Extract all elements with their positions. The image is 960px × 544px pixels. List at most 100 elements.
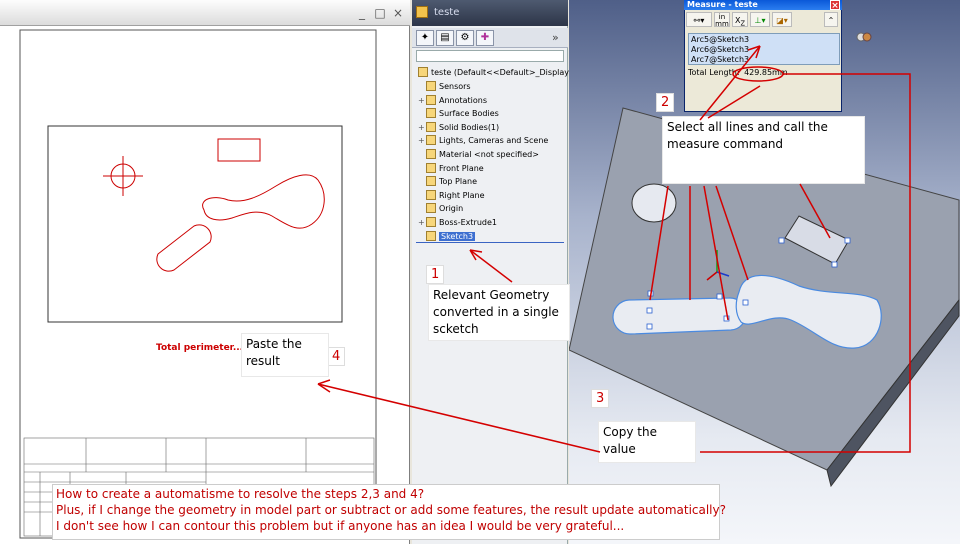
measure-titlebar: Measure - teste × — [684, 0, 842, 11]
expand-toggle-icon[interactable]: + — [418, 216, 426, 229]
step-note-1: Relevant Geometry converted in a single … — [428, 284, 570, 341]
render-icon — [862, 32, 872, 42]
step-number-1: 1 — [426, 265, 445, 284]
drawing-sheet[interactable] — [6, 28, 404, 542]
drawing-window-titlebar: _ □ × — [0, 0, 410, 26]
tree-item-label: Right Plane — [439, 190, 485, 200]
tree-titlebar: teste — [412, 0, 568, 26]
part-icon — [416, 6, 428, 18]
step-note-2: Select all lines and call the measure co… — [662, 116, 865, 184]
annotations-icon — [426, 94, 436, 105]
coordinate-system-icon[interactable]: ⊥▾ — [750, 12, 770, 27]
tree-item[interactable]: Sketch3 — [418, 230, 476, 243]
sensors-icon — [426, 81, 436, 91]
result-value: 429.85mm — [744, 68, 788, 77]
expand-toggle-icon[interactable]: + — [418, 121, 426, 134]
step-number-4: 4 — [327, 347, 346, 366]
config-manager-tab-icon[interactable]: ⚙ — [456, 30, 474, 46]
tree-divider — [416, 242, 564, 243]
note-line: Select all lines and call the — [667, 120, 828, 134]
measure-selection-list[interactable]: Arc5@Sketch3 Arc6@Sketch3 Arc7@Sketch3 — [688, 33, 840, 65]
tree-item-label: Front Plane — [439, 163, 484, 173]
origin-icon — [426, 203, 436, 214]
measure-title: Measure - teste — [687, 0, 758, 9]
step-number-3: 3 — [591, 389, 610, 408]
tree-item[interactable]: Origin — [418, 202, 463, 215]
sketch-bone-shape — [202, 174, 325, 229]
measure-result: Total Length: 429.85mm — [688, 68, 788, 77]
sketch-circle — [103, 156, 143, 196]
note-line: scketch — [433, 322, 479, 336]
units-button[interactable]: in mm — [714, 12, 730, 28]
tree-item[interactable]: Material <not specified> — [418, 148, 539, 161]
tree-item[interactable]: + Lights, Cameras and Scene — [418, 134, 548, 147]
tree-item-label: Solid Bodies(1) — [439, 122, 500, 132]
tree-item-label: Sketch3 — [439, 231, 476, 241]
question-note: How to create a automatisme to resolve t… — [52, 484, 726, 540]
result-label: Total Length: — [688, 68, 740, 77]
measure-close-button[interactable]: × — [830, 0, 840, 11]
total-perimeter-label: Total perimeter..... — [156, 343, 250, 353]
note-line: Paste the — [246, 337, 302, 351]
tree-item[interactable]: Front Plane — [418, 162, 484, 175]
question-line: I don't see how I can contour this probl… — [56, 519, 625, 533]
expand-toggle-icon[interactable]: + — [418, 134, 426, 147]
round-hole — [631, 183, 677, 223]
surface-bodies-icon — [426, 108, 436, 119]
tree-filter-input[interactable] — [416, 50, 564, 62]
sketch-slot — [156, 224, 212, 272]
tree-item[interactable]: Right Plane — [418, 189, 485, 202]
tree-item-label: Top Plane — [439, 177, 477, 187]
tree-item-label: Origin — [439, 204, 464, 214]
solid-bodies-icon — [426, 121, 436, 132]
selection-item[interactable]: Arc7@Sketch3 — [691, 55, 749, 65]
part-root-icon — [418, 67, 428, 77]
question-line: Plus, if I change the geometry in model … — [56, 503, 726, 517]
tree-item[interactable]: Sensors — [418, 80, 471, 93]
step-number-2: 2 — [656, 93, 675, 112]
restore-button[interactable]: □ — [374, 7, 386, 19]
sketch-icon — [426, 230, 436, 241]
lights-icon — [426, 135, 436, 146]
tree-root[interactable]: teste (Default<<Default>_Display S — [418, 66, 577, 79]
tree-item-label: Lights, Cameras and Scene — [439, 136, 549, 146]
extrude-icon — [426, 217, 436, 227]
selection-item[interactable]: Arc5@Sketch3 — [691, 35, 749, 45]
tree-item-label: Annotations — [439, 95, 488, 105]
tree-item-label: Sensors — [439, 82, 471, 91]
feature-tree-tab-icon[interactable]: ✦ — [416, 30, 434, 46]
note-line: measure command — [667, 137, 784, 151]
arc-circle-options-icon[interactable]: ⚯▾ — [686, 12, 712, 27]
property-manager-tab-icon[interactable]: ▤ — [436, 30, 454, 46]
tree-root-label: teste (Default<<Default>_Display S — [431, 68, 577, 77]
close-button[interactable]: × — [392, 7, 404, 19]
tree-item-label: Material <not specified> — [439, 150, 539, 159]
question-line: How to create a automatisme to resolve t… — [56, 487, 425, 501]
tree-item-label: Boss-Extrude1 — [439, 218, 497, 227]
selection-item[interactable]: Arc6@Sketch3 — [691, 45, 749, 55]
plane-icon — [426, 162, 436, 173]
sketch-rectangle — [217, 138, 261, 162]
projection-icon[interactable]: ◪▾ — [772, 12, 792, 27]
material-icon — [426, 149, 436, 159]
tree-item[interactable]: + Solid Bodies(1) — [418, 121, 499, 134]
tree-item-label: Surface Bodies — [439, 109, 499, 119]
note-line: converted in a single — [433, 305, 559, 319]
expand-chevron-icon[interactable]: » — [552, 31, 559, 44]
minimize-button[interactable]: _ — [356, 7, 368, 19]
tree-tabs: ✦ ▤ ⚙ ✚ » — [412, 28, 568, 48]
xyz-icon[interactable]: XZ — [732, 12, 748, 28]
collapse-icon[interactable]: ⌃ — [824, 12, 838, 27]
tree-item[interactable]: + Annotations — [418, 94, 487, 107]
step-note-4: Paste the result — [241, 333, 329, 377]
tree-item[interactable]: Surface Bodies — [418, 107, 499, 120]
tree-item[interactable]: Top Plane — [418, 175, 477, 188]
plane-icon — [426, 176, 436, 187]
tree-item[interactable]: + Boss-Extrude1 — [418, 216, 497, 229]
plane-icon — [426, 189, 436, 200]
measure-toolbar: ⚯▾ in mm XZ ⊥▾ ◪▾ ⌃ — [686, 11, 840, 29]
dimxpert-tab-icon[interactable]: ✚ — [476, 30, 494, 46]
expand-toggle-icon[interactable]: + — [418, 94, 426, 107]
tree-title: teste — [434, 7, 460, 18]
note-line: Relevant Geometry — [433, 288, 550, 302]
